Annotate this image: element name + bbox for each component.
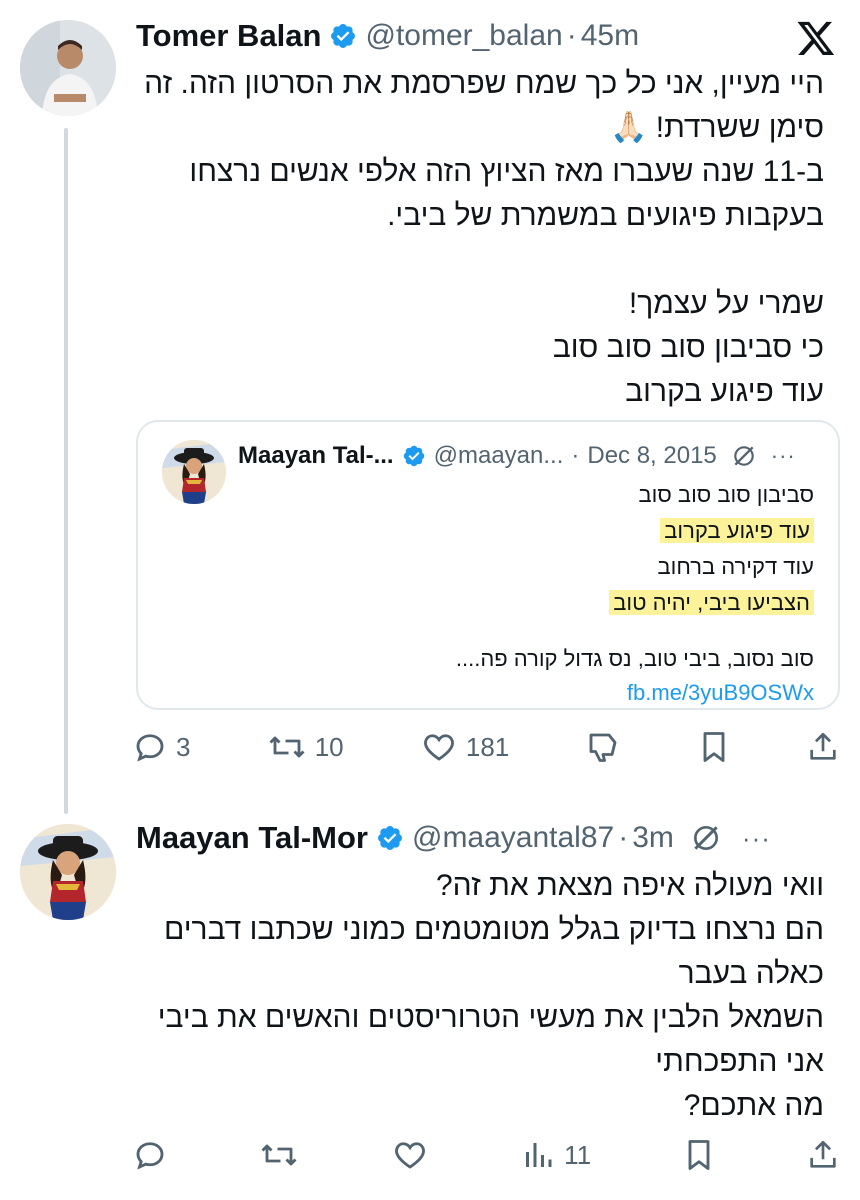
tweet-header: Tomer Balan @tomer_balan · 45m <box>136 18 639 54</box>
more-options-button[interactable]: ··· <box>742 823 771 854</box>
like-button[interactable]: 181 <box>420 729 509 765</box>
separator-dot: · <box>571 442 580 469</box>
bookmark-icon <box>688 1140 709 1170</box>
retweet-icon <box>261 1144 297 1166</box>
tweet-line: בעקבות פיגועים במשמרת של ביבי. <box>387 199 824 232</box>
quoted-line: סביבון סוב סוב סוב <box>638 482 814 507</box>
retweet-button[interactable] <box>259 1137 299 1173</box>
views-button[interactable]: 11 <box>520 1137 591 1173</box>
share-button[interactable] <box>806 1137 840 1173</box>
like-button[interactable] <box>391 1137 429 1173</box>
person-photo-icon <box>20 20 116 116</box>
share-icon <box>810 1140 836 1168</box>
more-options-button[interactable]: ··· <box>771 443 796 469</box>
tweet-header: Maayan Tal-Mor @maayantal87 · 3m ··· <box>136 820 771 856</box>
quoted-author-name: Maayan Tal-... <box>238 442 394 469</box>
retweet-button[interactable]: 10 <box>267 729 344 765</box>
reply-icon <box>136 1142 164 1170</box>
grok-reply-button[interactable] <box>585 729 621 765</box>
tweet-line: אני התפכחתי <box>655 1045 824 1078</box>
verified-badge-icon <box>378 826 402 850</box>
views-count: 11 <box>564 1139 592 1170</box>
reply-button[interactable]: 3 <box>132 729 190 765</box>
highlighted-line: הצביעו ביבי, יהיה טוב <box>609 590 814 615</box>
separator-dot: · <box>566 19 577 52</box>
quoted-tweet-header: Maayan Tal-... @maayan... · Dec 8, 2015 … <box>238 442 796 470</box>
grok-icon[interactable] <box>731 443 757 469</box>
tweet-actions-bar: 3 10 181 <box>132 724 840 770</box>
retweet-icon <box>269 736 305 758</box>
reply-count: 3 <box>176 731 191 762</box>
tweet-tomer: Tomer Balan @tomer_balan · 45m היי מעיין… <box>0 0 860 800</box>
quoted-avatar <box>162 440 226 504</box>
like-count: 181 <box>465 731 510 762</box>
quoted-author-handle: @maayan... <box>433 442 564 469</box>
avatar-tomer[interactable] <box>20 20 116 116</box>
tweet-line: וואי מעולה איפה מצאת את זה? <box>436 869 824 902</box>
quoted-link[interactable]: fb.me/3yuB9OSWx <box>627 680 814 705</box>
quoted-line: סוב נסוב, ביבי טוב, נס גדול קורה פה.... <box>455 646 814 671</box>
retweet-count: 10 <box>314 731 344 762</box>
grok-icon[interactable] <box>690 822 722 854</box>
tweet-maayan: Maayan Tal-Mor @maayantal87 · 3m ··· ווא… <box>0 800 860 1200</box>
tweet-line: השמאל הלבין את מעשי הטרוריסטים והאשים את… <box>157 1001 824 1034</box>
quoted-tweet-text: סביבון סוב סוב סוב עוד פיגוע בקרוב עוד ד… <box>456 478 814 710</box>
wonder-woman-avatar-icon <box>162 440 226 504</box>
dislike-icon <box>590 733 617 762</box>
author-handle[interactable]: @maayantal87 <box>412 821 614 855</box>
tweet-actions-bar: 11 <box>132 1132 840 1178</box>
avatar-maayan[interactable] <box>20 824 116 920</box>
heart-icon <box>423 734 454 761</box>
author-name[interactable]: Maayan Tal-Mor <box>136 820 368 856</box>
tweet-body: היי מעיין, אני כל כך שמח שפרסמת את הסרטו… <box>124 62 824 414</box>
separator-dot: · <box>618 821 629 854</box>
tweet-timestamp[interactable]: 3m <box>632 821 674 855</box>
tweet-line: היי מעיין, אני כל כך שמח שפרסמת את הסרטו… <box>144 67 824 100</box>
verified-badge-icon <box>331 24 356 48</box>
share-icon <box>810 732 836 760</box>
bookmark-button[interactable] <box>683 1137 715 1173</box>
tweet-line: סימן ששרדת! 🙏🏻 <box>610 111 824 144</box>
bookmark-icon <box>703 732 725 762</box>
heart-icon <box>394 1142 425 1169</box>
author-name[interactable]: Tomer Balan <box>136 18 321 54</box>
share-button[interactable] <box>806 729 840 765</box>
verified-badge-icon <box>403 445 424 467</box>
author-handle[interactable]: @tomer_balan <box>365 19 562 53</box>
wonder-woman-avatar-icon <box>20 824 116 920</box>
analytics-icon <box>526 1143 552 1167</box>
tweet-line: שמרי על עצמך! <box>628 287 824 320</box>
reply-button[interactable] <box>132 1137 168 1173</box>
tweet-line: ב-11 שנה שעברו מאז הציוץ הזה אלפי אנשים … <box>189 155 824 188</box>
bookmark-button[interactable] <box>698 729 730 765</box>
tweet-line: כי סביבון סוב סוב סוב <box>552 331 824 364</box>
quoted-line: עוד דקירה ברחוב <box>657 554 814 579</box>
quoted-tweet-date: Dec 8, 2015 <box>587 442 717 469</box>
tweet-line: כאלה בעבר <box>678 957 824 990</box>
tweet-body: וואי מעולה איפה מצאת את זה? הם נרצחו בדי… <box>124 864 824 1128</box>
tweet-line: עוד פיגוע בקרוב <box>625 375 824 408</box>
highlighted-line: עוד פיגוע בקרוב <box>660 518 814 543</box>
tweet-line: הם נרצחו בדיוק בגלל מטומטמים כמוני שכתבו… <box>164 913 824 946</box>
tweet-line: מה אתכם? <box>683 1089 824 1122</box>
reply-icon <box>136 734 164 762</box>
quoted-tweet-card[interactable]: Maayan Tal-... @maayan... · Dec 8, 2015 … <box>136 420 840 710</box>
tweet-timestamp[interactable]: 45m <box>581 19 639 53</box>
